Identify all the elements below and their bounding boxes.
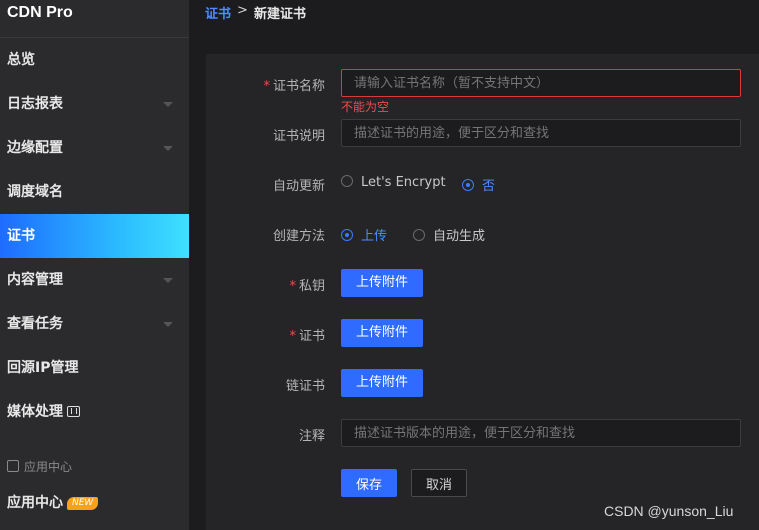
sidebar-item-app-center[interactable]: 应用中心 NEW <box>0 481 189 525</box>
sidebar-item-view-tasks[interactable]: 查看任务 <box>0 302 189 346</box>
chevron-down-icon <box>163 146 173 151</box>
required-marker: * <box>263 79 270 94</box>
cert-name-label: * 证书名称 <box>263 75 325 94</box>
radio-icon <box>341 175 353 187</box>
radio-label: Let's Encrypt <box>361 175 446 190</box>
sidebar-item-label: 查看任务 <box>7 316 63 332</box>
sidebar-item-label: 内容管理 <box>7 272 63 288</box>
required-marker: * <box>289 279 296 294</box>
watermark: CSDN @yunson_Liu <box>604 503 734 519</box>
chevron-down-icon <box>163 102 173 107</box>
cancel-button[interactable]: 取消 <box>411 469 467 497</box>
cert-name-error: 不能为空 <box>341 100 390 114</box>
sidebar-item-label: 媒体处理 <box>7 404 63 420</box>
sidebar-item-origin-ip[interactable]: 回源IP管理 <box>0 346 189 390</box>
create-method-option-upload[interactable]: 上传 <box>341 225 387 244</box>
radio-label: 否 <box>482 179 496 194</box>
radio-icon <box>413 229 425 241</box>
chain-certificate-label: 链证书 <box>285 379 325 394</box>
create-method-label: 创建方法 <box>272 229 325 244</box>
sidebar-item-label: 回源IP管理 <box>7 360 79 376</box>
sidebar-item-edge-config[interactable]: 边缘配置 <box>0 126 189 170</box>
auto-renew-option-letsencrypt[interactable]: Let's Encrypt <box>341 175 446 190</box>
breadcrumb-current: 新建证书 <box>254 7 307 22</box>
certificate-label-text: 证书 <box>298 329 325 344</box>
film-icon <box>67 406 80 417</box>
sidebar-item-label: 日志报表 <box>7 96 63 112</box>
create-method-option-auto[interactable]: 自动生成 <box>413 225 485 244</box>
sidebar-item-label: 证书 <box>7 228 35 244</box>
notes-label: 注释 <box>298 429 325 444</box>
private-key-label-text: 私钥 <box>298 279 325 294</box>
cert-name-label-text: 证书名称 <box>272 79 325 94</box>
chevron-down-icon <box>163 278 173 283</box>
sidebar-item-label: 边缘配置 <box>7 140 63 156</box>
section-label-text: 应用中心 <box>24 460 73 474</box>
cert-description-input[interactable] <box>341 119 741 147</box>
upload-private-key-button[interactable]: 上传附件 <box>341 269 423 297</box>
sidebar: CDN Pro 总览 日志报表 边缘配置 调度域名 证书 内容管理 查看任务 回… <box>0 0 189 530</box>
auto-renew-option-no[interactable]: 否 <box>462 175 495 194</box>
auto-renew-label: 自动更新 <box>272 179 325 194</box>
cert-description-label: 证书说明 <box>272 129 325 144</box>
sidebar-item-label: 总览 <box>7 52 35 68</box>
radio-checked-icon <box>341 229 353 241</box>
sidebar-item-media-processing[interactable]: 媒体处理 <box>0 390 189 434</box>
cube-icon <box>7 460 19 472</box>
save-button[interactable]: 保存 <box>341 469 397 497</box>
private-key-label: * 私钥 <box>289 275 325 294</box>
breadcrumb-parent-link[interactable]: 证书 <box>205 3 231 22</box>
sidebar-item-label: 应用中心 <box>7 495 63 511</box>
radio-label: 上传 <box>361 229 388 244</box>
cert-name-input[interactable] <box>341 69 741 97</box>
upload-certificate-button[interactable]: 上传附件 <box>341 319 423 347</box>
sidebar-item-content-management[interactable]: 内容管理 <box>0 258 189 302</box>
radio-label: 自动生成 <box>433 229 486 244</box>
sidebar-item-certificates[interactable]: 证书 <box>0 214 189 258</box>
chevron-down-icon <box>163 322 173 327</box>
notes-input[interactable] <box>341 419 741 447</box>
sidebar-item-label: 调度域名 <box>7 184 63 200</box>
app-title: CDN Pro <box>0 0 189 38</box>
section-label: 应用中心 <box>7 458 72 475</box>
upload-chain-button[interactable]: 上传附件 <box>341 369 423 397</box>
new-badge: NEW <box>67 497 99 510</box>
required-marker: * <box>289 329 296 344</box>
radio-checked-icon <box>462 179 474 191</box>
sidebar-item-dispatch-domains[interactable]: 调度域名 <box>0 170 189 214</box>
sidebar-item-overview[interactable]: 总览 <box>0 38 189 82</box>
certificate-label: * 证书 <box>289 325 325 344</box>
breadcrumb-separator: > <box>237 3 248 18</box>
breadcrumb: 证书 > 新建证书 <box>189 0 759 36</box>
sidebar-item-log-reports[interactable]: 日志报表 <box>0 82 189 126</box>
